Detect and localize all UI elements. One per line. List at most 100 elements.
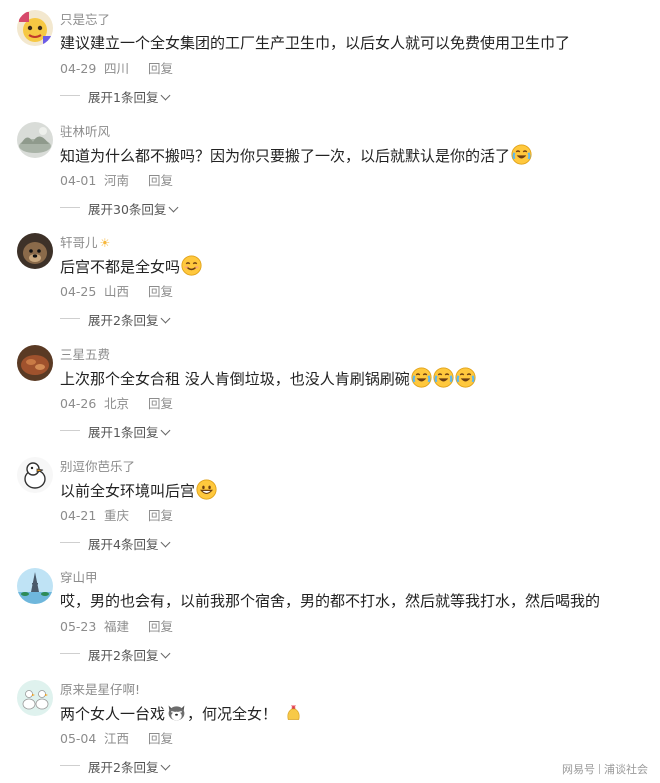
avatar[interactable] [17, 680, 53, 716]
expand-replies-label: 展开2条回复 [88, 760, 159, 775]
chevron-down-icon [161, 648, 171, 659]
username[interactable]: 三星五费 [60, 344, 110, 363]
watermark-brand: 网易号 [562, 763, 595, 776]
divider-line [60, 207, 80, 208]
divider-line [60, 653, 80, 654]
watermark-divider [599, 764, 600, 774]
comment-meta: 04-01 河南 回复 [60, 170, 173, 189]
comment-date: 04-26 [60, 396, 97, 411]
username[interactable]: 驻林听风 [60, 121, 110, 140]
cartoon-avatar-icon [17, 10, 53, 46]
username[interactable]: 只是忘了 [60, 9, 110, 28]
reply-button[interactable]: 回复 [148, 170, 173, 189]
misty-landscape-avatar-icon [17, 122, 53, 158]
comment-location: 福建 [104, 619, 130, 634]
avatar[interactable] [17, 122, 53, 158]
comment-item: 三星五费 上次那个全女合租 没人肯倒垃圾，也没人肯刷锅刷碗 04-26 北京 回复… [0, 335, 660, 447]
comment-meta: 05-23 福建 回复 [60, 616, 173, 635]
username[interactable]: 别逗你芭乐了 [60, 456, 135, 475]
comment-item: 穿山甲 哎，男的也会有，以前我那个宿舍，男的都不打水，然后就等我打水，然后喝我的… [0, 558, 660, 670]
comment-location: 重庆 [104, 508, 130, 523]
expand-replies-label: 展开30条回复 [88, 202, 167, 217]
comment-text-line: 以前全女环境叫后宫 [60, 479, 217, 502]
chevron-down-icon [161, 760, 171, 771]
chevron-down-icon [161, 537, 171, 548]
divider-line [60, 765, 80, 766]
chevron-down-icon [161, 313, 171, 324]
divider-line [60, 95, 80, 96]
expand-replies-label: 展开1条回复 [88, 425, 159, 440]
comment-text-line: 后宫不都是全女吗 [60, 255, 202, 278]
comment-text: 建议建立一个全女集团的工厂生产卫生巾，以后女人就可以免费使用卫生巾了 [60, 34, 571, 52]
reply-button[interactable]: 回复 [148, 505, 173, 524]
reply-button[interactable]: 回复 [148, 393, 173, 412]
comment-location: 山西 [104, 284, 130, 299]
username[interactable]: 穿山甲 [60, 567, 98, 586]
sun-icon: ☀ [99, 236, 111, 250]
avatar[interactable] [17, 345, 53, 381]
comment-date: 05-04 [60, 731, 97, 746]
username-text: 轩哥儿 [60, 235, 98, 250]
comment-date: 04-01 [60, 173, 97, 188]
comment-item: 只是忘了 建议建立一个全女集团的工厂生产卫生巾，以后女人就可以免费使用卫生巾了 … [0, 0, 660, 112]
dog-avatar-icon [17, 233, 53, 269]
eiffel-tower-avatar-icon [17, 568, 53, 604]
duck-sketch-avatar-icon [17, 457, 53, 493]
husky-dog-emoji-icon [168, 705, 185, 721]
comment-item: 别逗你芭乐了 以前全女环境叫后宫 04-21 重庆 回复 展开4条回复 [0, 447, 660, 559]
watermark: 网易号 浦谈社会 [562, 761, 648, 777]
comment-text-line: 知道为什么都不搬吗？因为你只要搬了一次，以后就默认是你的活了 [60, 144, 532, 167]
expand-replies-label: 展开2条回复 [88, 313, 159, 328]
crying-laughing-emoji-icon [455, 367, 476, 388]
expand-replies-label: 展开2条回复 [88, 648, 159, 663]
comment-list: 只是忘了 建议建立一个全女集团的工厂生产卫生巾，以后女人就可以免费使用卫生巾了 … [0, 0, 660, 783]
comment-text-after: ，何况全女！ [187, 705, 278, 723]
comment-text: 哎，男的也会有，以前我那个宿舍，男的都不打水，然后就等我打水，然后喝我的 [60, 592, 601, 610]
comment-text-line: 两个女人一台戏 ，何况全女！ [60, 702, 304, 725]
grinning-emoji-icon [196, 479, 217, 500]
comment-location: 河南 [104, 173, 130, 188]
comment-text: 后宫不都是全女吗 [60, 258, 181, 276]
comment-text: 以前全女环境叫后宫 [60, 482, 196, 500]
comment-location: 北京 [104, 396, 130, 411]
comment-text: 上次那个全女合租 没人肯倒垃圾，也没人肯刷锅刷碗 [60, 370, 410, 388]
comment-item: 原来是星仔啊! 两个女人一台戏 ，何况全女！ 05-04 江西 回复 展开2条回复 [0, 670, 660, 782]
comment-meta: 04-25 山西 回复 [60, 281, 173, 300]
chevron-down-icon [161, 90, 171, 101]
comment-meta: 04-21 重庆 回复 [60, 505, 173, 524]
username[interactable]: 轩哥儿 ☀ [60, 232, 110, 251]
comment-date: 04-21 [60, 508, 97, 523]
expand-replies-label: 展开4条回复 [88, 537, 159, 552]
reply-button[interactable]: 回复 [148, 281, 173, 300]
divider-line [60, 430, 80, 431]
food-avatar-icon [17, 345, 53, 381]
comment-text: 知道为什么都不搬吗？因为你只要搬了一次，以后就默认是你的活了 [60, 147, 511, 165]
comment-meta: 04-29 四川 回复 [60, 58, 173, 77]
watermark-account: 浦谈社会 [604, 763, 648, 776]
avatar[interactable] [17, 568, 53, 604]
expand-replies-label: 展开1条回复 [88, 90, 159, 105]
lucky-bag-emoji-icon [287, 705, 300, 720]
reply-button[interactable]: 回复 [148, 616, 173, 635]
comment-text-line: 上次那个全女合租 没人肯倒垃圾，也没人肯刷锅刷碗 [60, 367, 476, 390]
comment-location: 四川 [104, 61, 130, 76]
reply-button[interactable]: 回复 [148, 58, 173, 77]
divider-line [60, 318, 80, 319]
avatar[interactable] [17, 10, 53, 46]
username[interactable]: 原来是星仔啊! [60, 679, 140, 698]
comment-text-before: 两个女人一台戏 [60, 705, 166, 723]
avatar[interactable] [17, 233, 53, 269]
comment-date: 04-29 [60, 61, 97, 76]
divider-line [60, 542, 80, 543]
crying-laughing-emoji-icon [511, 144, 532, 165]
geese-avatar-icon [17, 680, 53, 716]
chevron-down-icon [168, 202, 179, 213]
avatar[interactable] [17, 457, 53, 493]
comment-date: 05-23 [60, 619, 97, 634]
comment-meta: 05-04 江西 回复 [60, 728, 173, 747]
reply-button[interactable]: 回复 [148, 728, 173, 747]
comment-location: 江西 [104, 731, 130, 746]
chevron-down-icon [161, 425, 171, 436]
comment-meta: 04-26 北京 回复 [60, 393, 173, 412]
comment-item: 轩哥儿 ☀ 后宫不都是全女吗 04-25 山西 回复 展开2条回复 [0, 223, 660, 335]
